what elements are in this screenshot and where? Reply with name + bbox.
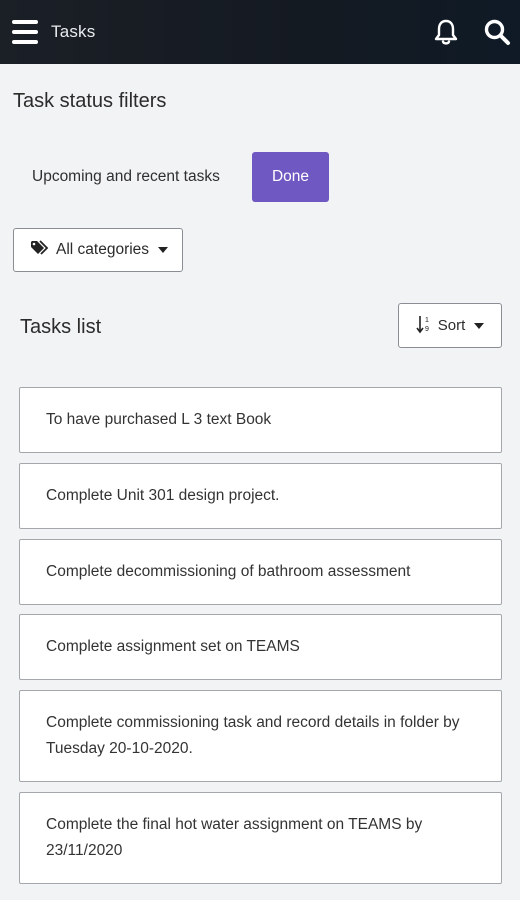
sort-button[interactable]: 1 9 Sort bbox=[398, 303, 502, 348]
chevron-down-icon bbox=[158, 247, 169, 253]
tasks-list-heading: Tasks list bbox=[20, 316, 102, 338]
chevron-down-icon bbox=[474, 322, 485, 329]
bell-icon[interactable] bbox=[431, 17, 461, 47]
hamburger-menu-icon[interactable] bbox=[12, 20, 38, 44]
sort-numeric-icon: 1 9 bbox=[416, 314, 432, 338]
task-text: To have purchased L 3 text Book bbox=[46, 411, 272, 428]
filters-heading: Task status filters bbox=[13, 90, 167, 112]
search-icon[interactable] bbox=[482, 17, 512, 47]
sort-label: Sort bbox=[437, 317, 466, 334]
task-text: Complete decommissioning of bathroom ass… bbox=[46, 563, 411, 580]
task-item[interactable]: Complete the final hot water assignment … bbox=[19, 792, 502, 884]
task-text: Complete Unit 301 design project. bbox=[46, 487, 280, 504]
app-title: Tasks bbox=[51, 22, 96, 41]
task-item[interactable]: Complete assignment set on TEAMS bbox=[19, 614, 502, 680]
top-app-bar: Tasks bbox=[0, 0, 520, 64]
task-item[interactable]: Complete commissioning task and record d… bbox=[19, 690, 502, 782]
task-text: Complete commissioning task and record d… bbox=[46, 714, 460, 757]
task-text: Complete the final hot water assignment … bbox=[46, 816, 423, 859]
task-text: Complete assignment set on TEAMS bbox=[46, 638, 300, 655]
category-dropdown[interactable]: All categories bbox=[13, 228, 183, 272]
category-dropdown-label: All categories bbox=[56, 241, 150, 258]
task-item[interactable]: Complete decommissioning of bathroom ass… bbox=[19, 539, 502, 605]
tab-done[interactable]: Done bbox=[252, 152, 329, 202]
tab-upcoming-and-recent[interactable]: Upcoming and recent tasks bbox=[20, 153, 232, 201]
svg-text:9: 9 bbox=[425, 326, 429, 333]
task-item[interactable]: To have purchased L 3 text Book bbox=[19, 387, 502, 453]
svg-text:1: 1 bbox=[425, 317, 429, 324]
tags-icon bbox=[30, 239, 50, 261]
task-item[interactable]: Complete Unit 301 design project. bbox=[19, 463, 502, 529]
